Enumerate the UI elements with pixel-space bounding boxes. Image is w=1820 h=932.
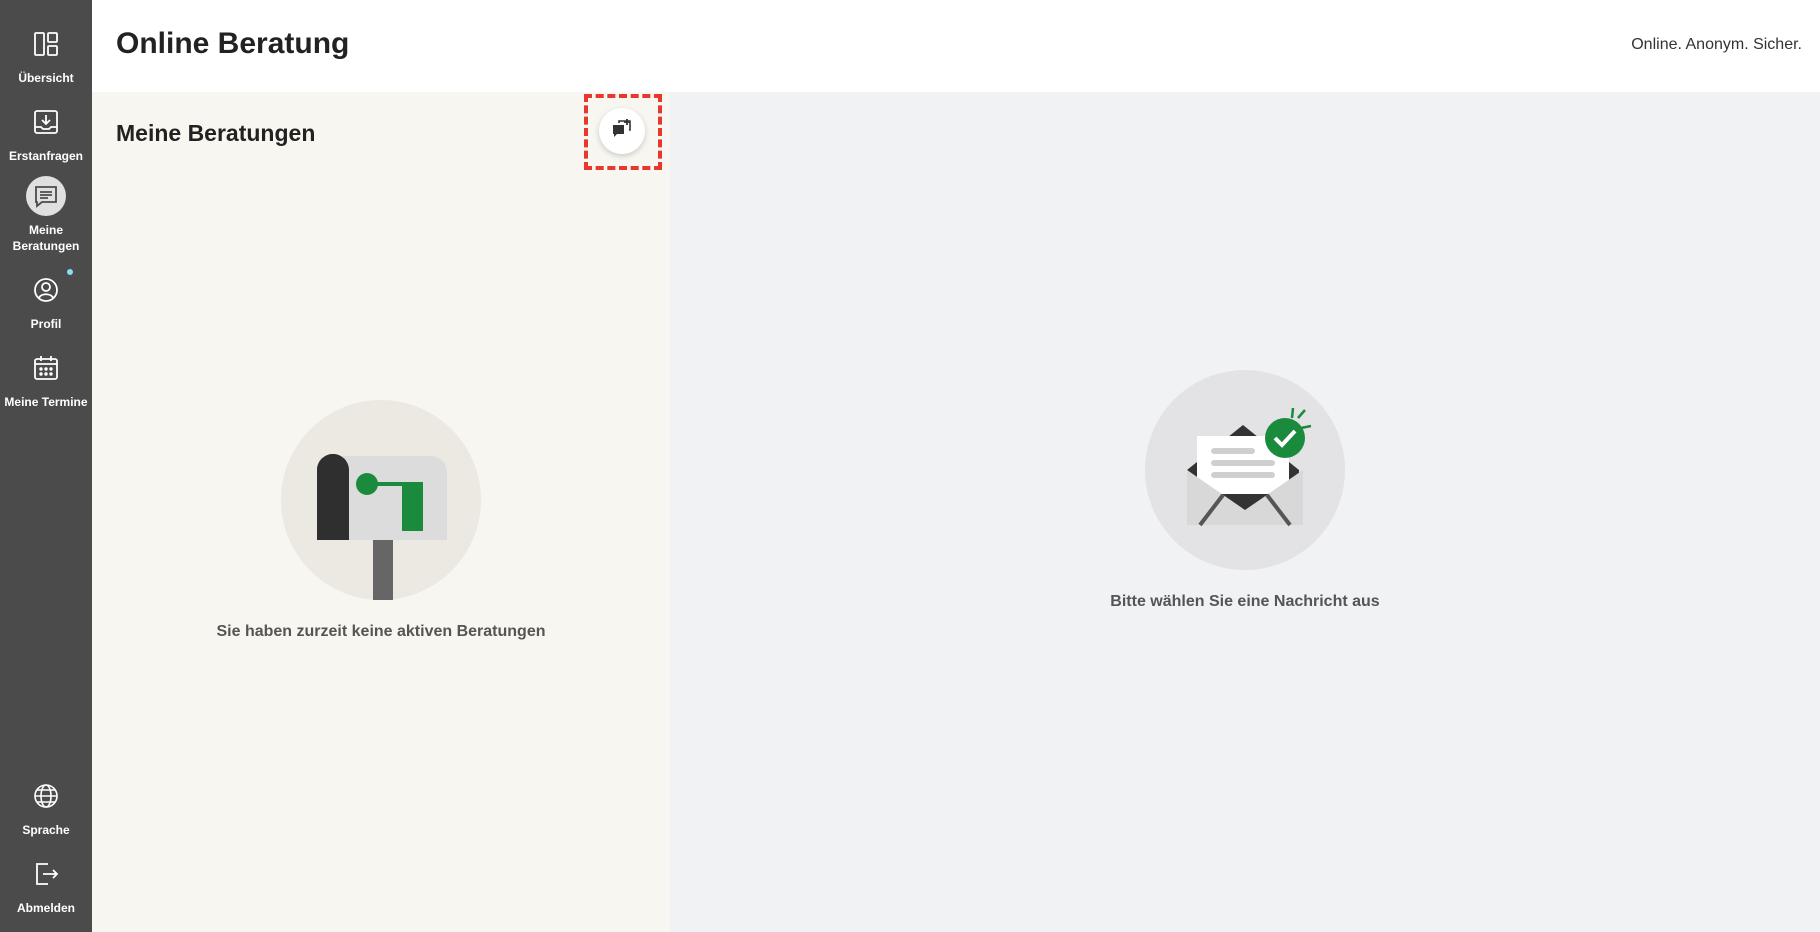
profile-icon <box>26 268 74 310</box>
sidebar-item-profil[interactable]: Profil <box>0 268 92 332</box>
sidebar-item-label: Übersicht <box>18 71 74 85</box>
header-claim: Online. Anonym. Sicher. <box>1631 36 1802 53</box>
sessions-list-panel: Meine Beratungen Sie haben zurzeit keine… <box>92 92 670 932</box>
chat-icon <box>26 176 66 216</box>
envelope-check-illustration <box>1145 370 1345 570</box>
mailbox-illustration <box>281 400 481 600</box>
globe-icon <box>26 776 66 816</box>
sidebar-item-abmelden[interactable]: Abmelden <box>0 854 92 916</box>
notification-badge <box>66 268 74 276</box>
app-header: Online Beratung Online. Anonym. Sicher. <box>92 0 1820 92</box>
panel-title: Meine Beratungen <box>116 120 316 146</box>
sidebar-item-erstanfragen[interactable]: Erstanfragen <box>0 102 92 164</box>
sidebar-item-label: Sprache <box>22 823 70 837</box>
sidebar-item-meine-beratungen[interactable]: Meine Beratungen <box>0 176 92 254</box>
calendar-icon <box>26 348 66 388</box>
inbox-download-icon <box>26 102 66 142</box>
sidebar-item-meine-termine[interactable]: Meine Termine <box>0 348 92 410</box>
no-message-selected-state: Bitte wählen Sie eine Nachricht aus <box>670 370 1820 612</box>
logout-icon <box>26 854 66 894</box>
empty-message-text: Bitte wählen Sie eine Nachricht aus <box>1110 593 1380 610</box>
sidebar-item-label: Meine Beratungen <box>12 223 80 253</box>
message-view-panel: Bitte wählen Sie eine Nachricht aus <box>670 92 1820 932</box>
empty-sessions-state: Sie haben zurzeit keine aktiven Beratung… <box>92 400 670 642</box>
sidebar-item-sprache[interactable]: Sprache <box>0 776 92 838</box>
sidebar: Übersicht Erstanfragen Meine Beratungen <box>0 0 92 932</box>
app-title: Online Beratung <box>116 27 350 60</box>
empty-sessions-text: Sie haben zurzeit keine aktiven Beratung… <box>216 623 546 640</box>
sidebar-item-label: Meine Termine <box>4 395 88 409</box>
new-consultation-button[interactable] <box>599 108 645 154</box>
dashboard-icon <box>26 24 66 64</box>
sidebar-item-label: Erstanfragen <box>8 149 84 163</box>
sidebar-item-uebersicht[interactable]: Übersicht <box>0 24 92 86</box>
new-chat-icon <box>610 117 634 146</box>
sidebar-item-label: Profil <box>30 317 62 331</box>
sidebar-item-label: Abmelden <box>16 901 75 915</box>
